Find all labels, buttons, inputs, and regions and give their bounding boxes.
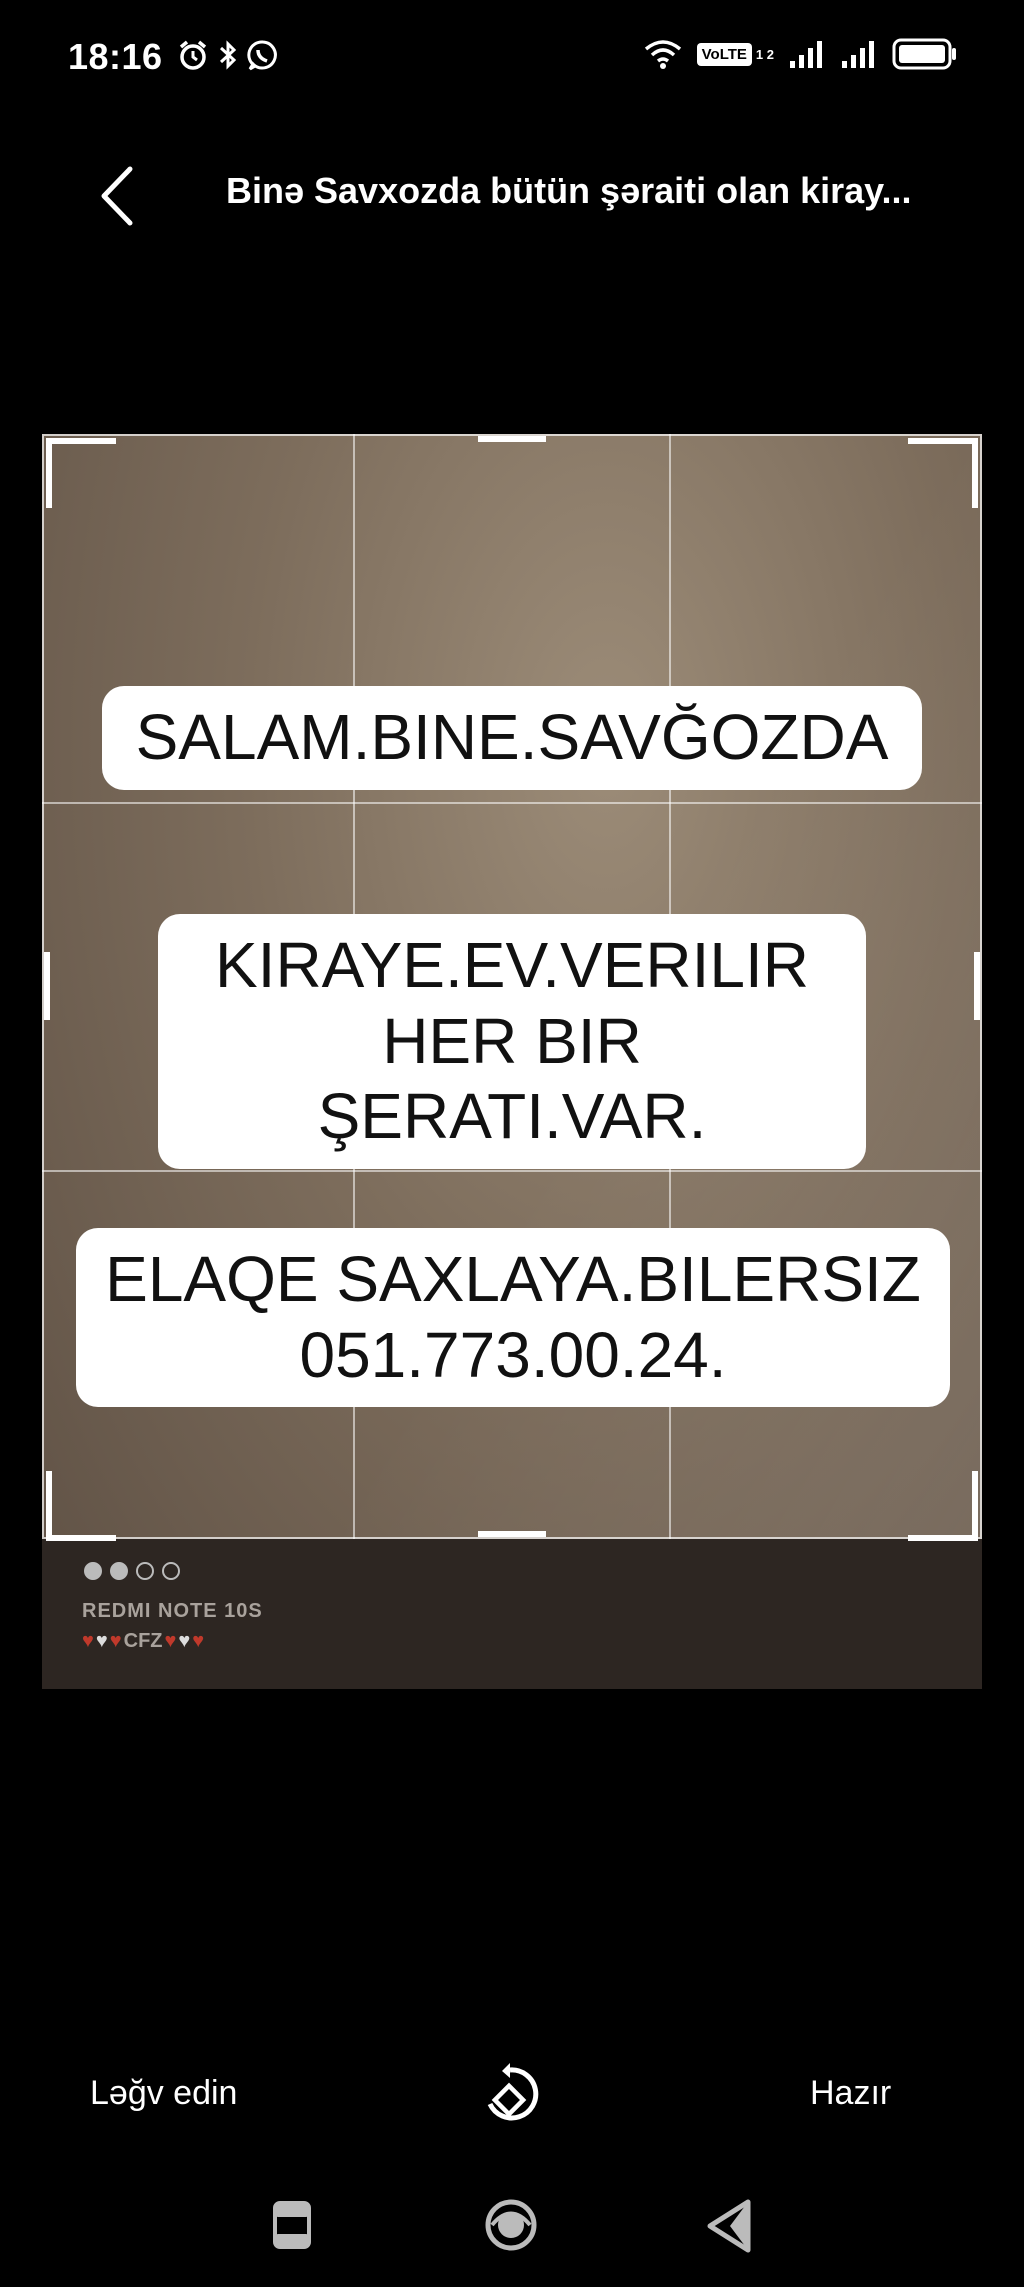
crop-handle-right[interactable]	[974, 952, 980, 1020]
done-button[interactable]: Hazır	[810, 2074, 891, 2113]
heart-icon: ♥	[164, 1630, 177, 1652]
note-text: HER BIR ŞERATI.VAR.	[317, 1004, 707, 1153]
camera-watermark-dots	[84, 1562, 180, 1580]
dot	[110, 1562, 128, 1580]
back-icon[interactable]	[704, 2198, 756, 2254]
crop-handle-top-right[interactable]	[908, 438, 978, 508]
dot	[136, 1562, 154, 1580]
crop-handle-bottom-left[interactable]	[46, 1471, 116, 1541]
crop-handle-bottom[interactable]	[478, 1531, 546, 1537]
crop-handle-bottom-right[interactable]	[908, 1471, 978, 1541]
alarm-icon	[179, 40, 207, 70]
signal-icon	[790, 41, 822, 68]
bluetooth-icon	[219, 40, 237, 70]
heart-icon: ♥	[178, 1630, 191, 1652]
home-icon[interactable]	[484, 2198, 538, 2252]
heart-icon: ♥	[192, 1630, 205, 1652]
page-title: Binə Savxozda bütün şəraiti olan kiray..…	[226, 170, 912, 211]
text-note: SALAM.BINE.SAVĞOZDA	[102, 686, 922, 790]
rotate-icon	[487, 2063, 539, 2121]
watermark-sign-text: CFZ	[123, 1630, 163, 1652]
rotate-button[interactable]	[480, 2062, 544, 2126]
crop-image[interactable]: SALAM.BINE.SAVĞOZDA KIRAYE.EV.VERILIR HE…	[42, 434, 982, 1689]
note-text: KIRAYE.EV.VERILIR	[214, 929, 810, 1001]
back-button[interactable]	[86, 160, 146, 232]
note-text: ELAQE SAXLAYA.BILERSIZ	[105, 1243, 921, 1315]
volte-badge: VoLTE	[696, 42, 752, 66]
whatsapp-icon	[247, 40, 277, 71]
volte-sim-label: 1 2	[755, 46, 774, 62]
dot	[162, 1562, 180, 1580]
status-right-icons: VoLTE 1 2	[643, 38, 958, 70]
heart-icon: ♥	[109, 1630, 122, 1652]
battery-icon	[892, 38, 956, 70]
status-time: 18:16	[68, 36, 163, 77]
text-note: KIRAYE.EV.VERILIR HER BIR ŞERATI.VAR.	[158, 914, 866, 1169]
status-bar: 18:16 VoLTE 1 2	[0, 0, 1024, 118]
signal-icon	[842, 41, 874, 68]
crop-handle-top-left[interactable]	[46, 438, 116, 508]
heart-icon: ♥	[82, 1630, 94, 1652]
text-note: ELAQE SAXLAYA.BILERSIZ 051.773.00.24.	[76, 1228, 950, 1408]
wifi-icon	[644, 40, 681, 69]
crop-handle-top[interactable]	[478, 436, 546, 442]
chevron-left-icon	[101, 166, 133, 226]
phone-number: 051.773.00.24.	[299, 1318, 727, 1391]
status-left-icons	[176, 38, 280, 72]
recent-apps-icon[interactable]	[272, 2200, 312, 2250]
note-text: SALAM.BINE.SAVĞOZDA	[135, 701, 889, 773]
heart-icon: ♥	[95, 1630, 108, 1652]
cancel-button[interactable]: Ləğv edin	[90, 2074, 237, 2113]
camera-watermark-signature: ♥ ♥ ♥ CFZ ♥ ♥ ♥	[82, 1630, 204, 1653]
camera-watermark-model: REDMI NOTE 10S	[82, 1600, 263, 1622]
crop-handle-left[interactable]	[44, 952, 50, 1020]
dot	[84, 1562, 102, 1580]
